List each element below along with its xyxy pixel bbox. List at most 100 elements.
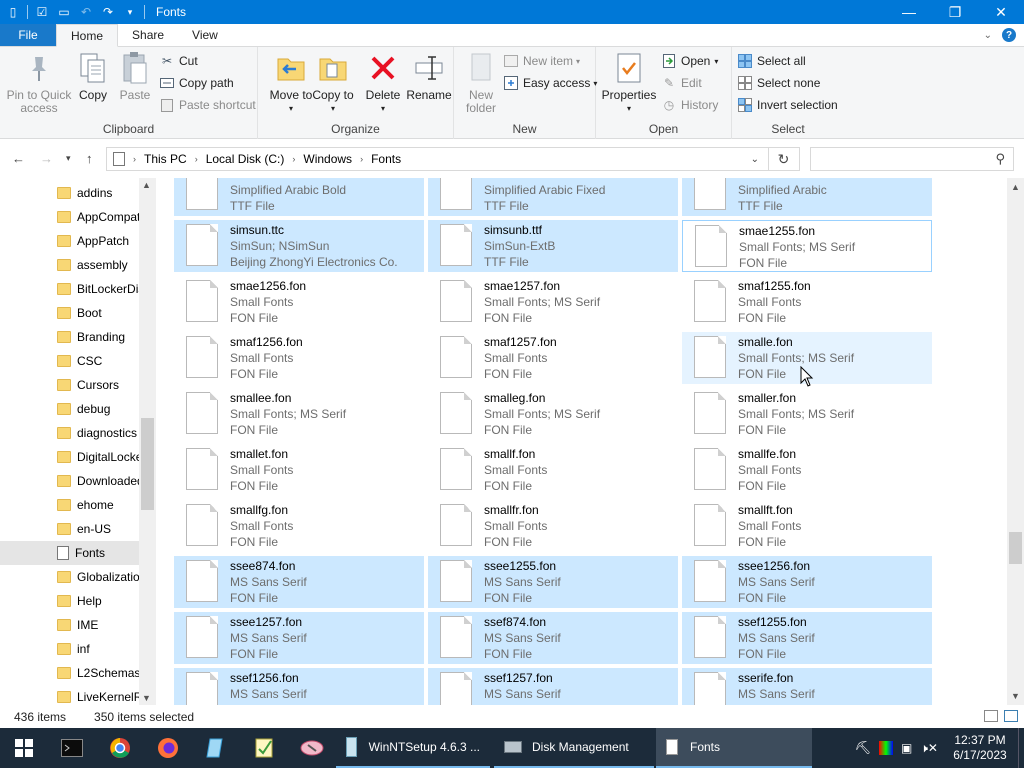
taskbar-app-winntsetup[interactable]: WinNTSetup 4.6.3 ... (336, 728, 490, 768)
file-tile[interactable]: Simplified Arabic Fixed TTF File (428, 178, 678, 216)
rename-button[interactable]: Rename (404, 51, 454, 102)
nav-item-diagnostics[interactable]: diagnostics (0, 421, 140, 445)
nav-item-help[interactable]: Help (0, 589, 140, 613)
file-tile[interactable]: smallfg.fon Small Fonts FON File (174, 500, 424, 552)
file-tile[interactable]: smaf1257.fon Small Fonts FON File (428, 332, 678, 384)
firefox-icon[interactable] (144, 728, 192, 768)
show-desktop-button[interactable] (1018, 728, 1024, 768)
nav-item-csc[interactable]: CSC (0, 349, 140, 373)
back-arrow-icon[interactable]: ← (12, 151, 25, 166)
nav-item-apppatch[interactable]: AppPatch (0, 229, 140, 253)
file-tile[interactable]: ssef1257.fon MS Sans Serif (428, 668, 678, 705)
file-tile[interactable]: smallf.fon Small Fonts FON File (428, 444, 678, 496)
file-tile[interactable]: Simplified Arabic Bold TTF File (174, 178, 424, 216)
file-tile[interactable]: smae1257.fon Small Fonts; MS Serif FON Fil… (428, 276, 678, 328)
volume-muted-icon[interactable]: 🕨✕ (920, 741, 938, 756)
breadcrumb-fonts[interactable]: Fonts (365, 152, 407, 166)
file-tile[interactable]: smaf1255.fon Small Fonts FON File (682, 276, 932, 328)
nav-item-addins[interactable]: addins (0, 181, 140, 205)
nav-item-assembly[interactable]: assembly (0, 253, 140, 277)
nav-item-digitallocker[interactable]: DigitalLocker (0, 445, 140, 469)
nav-scrollbar[interactable]: ▲ ▼ (139, 178, 156, 705)
file-tile[interactable]: ssee1255.fon MS Sans Serif FON File (428, 556, 678, 608)
tray-settings-icon[interactable]: ▣ (901, 741, 912, 755)
file-tile[interactable]: smallfr.fon Small Fonts FON File (428, 500, 678, 552)
tray-color-icon[interactable] (879, 741, 894, 755)
file-tile[interactable]: ssef1255.fon MS Sans Serif FON File (682, 612, 932, 664)
nav-item-branding[interactable]: Branding (0, 325, 140, 349)
open-button[interactable]: Open ▾ (662, 51, 718, 71)
copy-path-button[interactable]: Copy path (160, 73, 234, 93)
breadcrumb-local-disk[interactable]: Local Disk (C:) (200, 152, 291, 166)
file-tile[interactable]: ssef1256.fon MS Sans Serif (174, 668, 424, 705)
history-button[interactable]: ◷ History (662, 95, 719, 115)
content-scrollbar[interactable]: ▲ ▼ (1007, 178, 1024, 705)
file-tile[interactable]: Simplified Arabic TTF File (682, 178, 932, 216)
large-icons-view-icon[interactable] (1004, 710, 1018, 722)
file-tile[interactable]: smaller.fon Small Fonts; MS Serif FON File (682, 388, 932, 440)
breadcrumb-windows[interactable]: Windows (297, 152, 358, 166)
nav-item-globalization[interactable]: Globalization (0, 565, 140, 589)
address-bar[interactable]: › This PC › Local Disk (C:) › Windows › … (106, 147, 800, 171)
tab-home[interactable]: Home (56, 24, 119, 47)
editor-icon[interactable] (240, 728, 288, 768)
new-folder-icon[interactable]: ▭ (57, 5, 71, 19)
file-tile[interactable]: simsunb.ttf SimSun-ExtB TTF File (428, 220, 678, 272)
scroll-down-arrow-icon[interactable]: ▼ (142, 693, 151, 703)
nav-item-ehome[interactable]: ehome (0, 493, 140, 517)
customize-toolbar-chevron-icon[interactable]: ▾ (123, 5, 137, 19)
maximize-button[interactable]: ❐ (932, 0, 978, 24)
nav-item-boot[interactable]: Boot (0, 301, 140, 325)
help-icon[interactable]: ? (1002, 28, 1016, 42)
content-scrollbar-thumb[interactable] (1009, 532, 1022, 564)
nav-item-l2schemas[interactable]: L2Schemas (0, 661, 140, 685)
file-tile[interactable]: ssee874.fon MS Sans Serif FON File (174, 556, 424, 608)
scroll-down-arrow-icon[interactable]: ▼ (1011, 691, 1020, 701)
scroll-up-arrow-icon[interactable]: ▲ (1011, 182, 1020, 192)
file-tile[interactable]: ssee1257.fon MS Sans Serif FON File (174, 612, 424, 664)
app-file-icon[interactable]: ▯ (6, 5, 20, 19)
search-input[interactable] (815, 150, 985, 168)
refresh-button[interactable]: ↻ (768, 147, 798, 171)
taskbar-app-disk-management[interactable]: Disk Management (494, 728, 654, 768)
properties-check-icon[interactable]: ☑ (35, 5, 49, 19)
tab-share[interactable]: Share (118, 24, 178, 46)
properties-button[interactable]: Properties ▾ (600, 51, 658, 115)
nav-item-cursors[interactable]: Cursors (0, 373, 140, 397)
file-tile[interactable]: smallet.fon Small Fonts FON File (174, 444, 424, 496)
copy-to-button[interactable]: Copy to ▾ (308, 51, 358, 115)
file-tile[interactable]: ssee1256.fon MS Sans Serif FON File (682, 556, 932, 608)
clock[interactable]: 12:37 PM 6/17/2023 (942, 733, 1018, 763)
nav-item-downloaded[interactable]: Downloaded (0, 469, 140, 493)
tray-tool-icon[interactable]: ⛏ (855, 740, 872, 756)
file-tile[interactable]: smallft.fon Small Fonts FON File (682, 500, 932, 552)
start-button[interactable] (0, 728, 48, 768)
terminal-icon[interactable] (48, 728, 96, 768)
nav-item-debug[interactable]: debug (0, 397, 140, 421)
nav-item-livekernelreports[interactable]: LiveKernelReports (0, 685, 140, 705)
invert-selection-button[interactable]: Invert selection (738, 95, 838, 115)
file-tile[interactable]: smallfe.fon Small Fonts FON File (682, 444, 932, 496)
select-all-button[interactable]: Select all (738, 51, 806, 71)
redo-icon[interactable]: ↷ (101, 5, 115, 19)
scroll-up-arrow-icon[interactable]: ▲ (142, 180, 151, 190)
crumb-separator-icon[interactable]: › (360, 154, 363, 164)
up-arrow-icon[interactable]: ↑ (86, 151, 93, 166)
notepad-icon[interactable] (192, 728, 240, 768)
file-tile[interactable]: smallee.fon Small Fonts; MS Serif FON File (174, 388, 424, 440)
forward-arrow-icon[interactable]: → (40, 151, 53, 166)
crumb-separator-icon[interactable]: › (195, 154, 198, 164)
search-box[interactable]: ⚲ (810, 147, 1014, 171)
paste-button[interactable]: Paste (110, 51, 160, 102)
tab-file[interactable]: File (0, 24, 56, 46)
nav-item-fonts[interactable]: Fonts (0, 541, 140, 565)
nav-item-appcompat[interactable]: AppCompat (0, 205, 140, 229)
taskbar-app-fonts[interactable]: Fonts (656, 728, 812, 768)
file-tile[interactable]: simsun.ttc SimSun; NSimSun Beijing ZhongYi… (174, 220, 424, 272)
undo-icon[interactable]: ↶ (79, 5, 93, 19)
minimize-button[interactable]: — (886, 0, 932, 24)
breadcrumb-this-pc[interactable]: This PC (138, 152, 193, 166)
file-tile[interactable]: smae1255.fon Small Fonts; MS Serif FON Fil… (682, 220, 932, 272)
pin-to-quick-access-button[interactable]: Pin to Quick access (6, 51, 72, 115)
cut-button[interactable]: ✂ Cut (160, 51, 198, 71)
